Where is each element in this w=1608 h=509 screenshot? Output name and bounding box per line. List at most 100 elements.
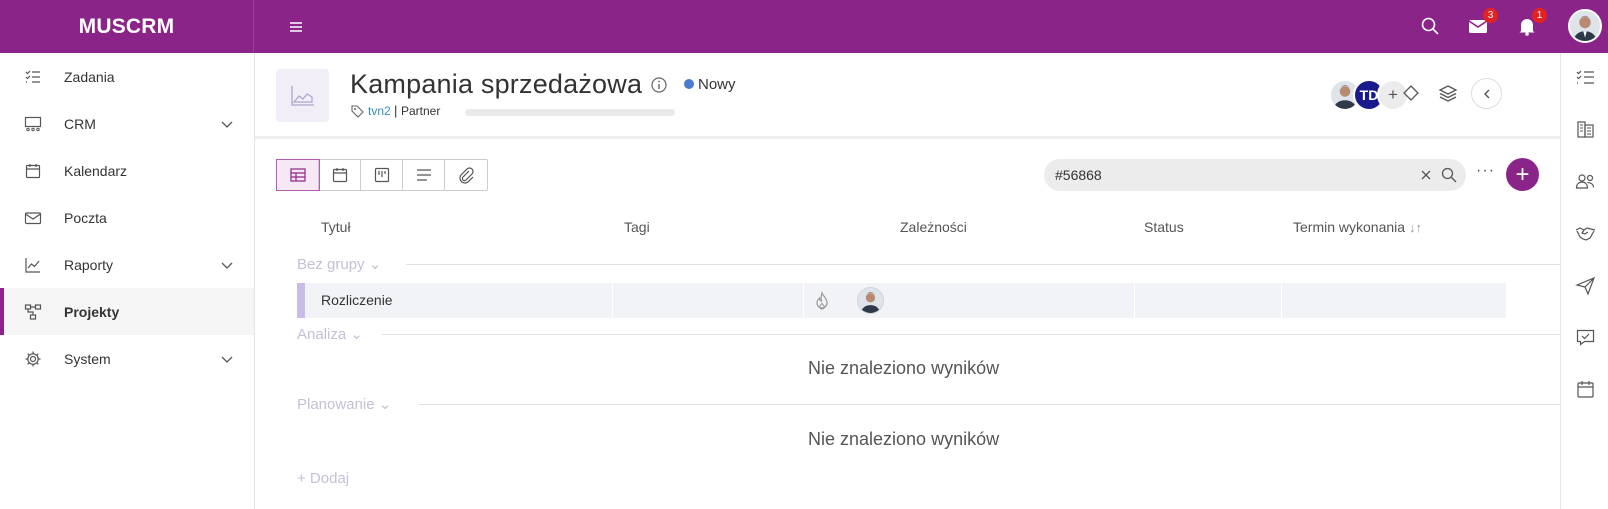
send-icon[interactable] — [1575, 275, 1596, 296]
table-row[interactable]: Rozliczenie — [297, 283, 1506, 318]
calendar-view-icon — [332, 168, 347, 183]
top-bar: MUSCRM 3 1 — [0, 0, 1608, 53]
sidebar-item-system[interactable]: System — [0, 335, 254, 382]
assignee-avatar[interactable] — [857, 287, 884, 314]
empty-state-text: Nie znaleziono wyników — [808, 358, 1000, 378]
table-view-button[interactable] — [276, 159, 320, 191]
sidebar-item-kalendarz[interactable]: Kalendarz — [0, 147, 254, 194]
task-title[interactable]: Rozliczenie — [321, 292, 393, 308]
diamond-icon[interactable] — [1401, 83, 1421, 103]
project-thumbnail — [276, 69, 329, 122]
row-group-accent — [297, 283, 305, 318]
gear-icon — [24, 350, 42, 368]
chevron-down-icon[interactable] — [220, 117, 234, 131]
sidebar: Zadania CRM Kalendarz Poczta Raporty Pro… — [0, 53, 255, 509]
sidebar-item-label: Projekty — [64, 303, 120, 320]
sort-icon[interactable]: ↓↑ — [1409, 220, 1422, 235]
clear-icon[interactable] — [1420, 169, 1432, 181]
group-divider — [418, 404, 1560, 405]
client-label: Partner — [401, 104, 441, 118]
calendar-view-button[interactable] — [319, 160, 361, 190]
attachments-icon — [459, 167, 474, 184]
sidebar-item-label: Poczta — [64, 209, 107, 226]
list-view-button[interactable] — [403, 160, 445, 190]
sidebar-item-raporty[interactable]: Raporty — [0, 241, 254, 288]
chevron-down-icon: ⌄ — [350, 326, 363, 343]
right-rail — [1560, 53, 1608, 509]
cell-divider — [1281, 283, 1282, 318]
sidebar-item-label: Kalendarz — [64, 162, 128, 179]
chevron-down-icon[interactable] — [220, 258, 234, 272]
tasks-icon — [24, 68, 42, 86]
group-label: Bez grupy — [297, 256, 365, 273]
tag-link[interactable]: tvn2 — [368, 104, 391, 118]
search-field — [1044, 159, 1466, 191]
column-header-dependencies[interactable]: Zależności — [900, 219, 967, 235]
group-divider — [406, 264, 1560, 265]
tag-icon — [351, 105, 364, 118]
brand-logo[interactable]: MUSCRM — [0, 0, 254, 53]
column-header-title[interactable]: Tytuł — [321, 219, 351, 235]
column-header-status[interactable]: Status — [1144, 219, 1184, 235]
sidebar-item-label: Zadania — [64, 68, 115, 85]
search-input[interactable] — [1044, 159, 1404, 191]
chevron-down-icon[interactable] — [220, 352, 234, 366]
table-view-icon — [289, 168, 306, 182]
sidebar-item-poczta[interactable]: Poczta — [0, 194, 254, 241]
view-switcher — [276, 159, 488, 191]
collapse-panel-button[interactable] — [1471, 78, 1502, 109]
calendar-icon — [24, 162, 42, 180]
column-header-tags[interactable]: Tagi — [624, 219, 650, 235]
mail-icon — [24, 209, 42, 227]
add-task-button[interactable]: + — [1506, 158, 1539, 191]
cell-divider — [612, 283, 613, 318]
group-label: Analiza — [297, 326, 347, 343]
crm-icon — [24, 115, 42, 133]
group-header-analiza[interactable]: Analiza ⌄ — [297, 325, 363, 343]
tag-separator: | — [394, 103, 398, 118]
group-divider — [382, 334, 1560, 335]
kanban-view-icon — [374, 167, 389, 183]
user-avatar[interactable] — [1568, 9, 1602, 43]
chevron-down-icon: ⌄ — [378, 396, 392, 413]
sidebar-item-crm[interactable]: CRM — [0, 100, 254, 147]
more-options-button[interactable]: ··· — [1476, 162, 1495, 180]
status-badge[interactable]: Nowy — [698, 76, 736, 93]
sidebar-item-zadania[interactable]: Zadania — [0, 53, 254, 100]
mail-count-badge: 3 — [1483, 8, 1498, 23]
mail-notification-icon[interactable]: 3 — [1466, 8, 1498, 38]
layers-icon[interactable] — [1438, 83, 1458, 103]
menu-icon[interactable] — [285, 16, 307, 38]
chart-icon — [24, 256, 42, 274]
chat-check-icon[interactable] — [1575, 327, 1596, 348]
project-progress-bar — [465, 109, 675, 116]
sidebar-item-label: System — [64, 350, 111, 367]
calendar-icon[interactable] — [1575, 379, 1596, 400]
list-view-icon — [416, 169, 431, 181]
project-header: Kampania sprzedażowa Nowy tvn2 | Partner… — [255, 53, 1560, 139]
sidebar-item-label: CRM — [64, 115, 96, 132]
building-icon[interactable] — [1575, 119, 1596, 140]
add-group-link[interactable]: + Dodaj — [297, 470, 349, 487]
attachments-view-button[interactable] — [445, 160, 487, 190]
bell-icon[interactable]: 1 — [1515, 8, 1547, 38]
status-dot — [684, 79, 694, 89]
search-icon[interactable] — [1440, 166, 1458, 184]
info-icon[interactable] — [650, 76, 668, 94]
group-header-bez-grupy[interactable]: Bez grupy ⌄ — [297, 255, 381, 273]
cell-divider — [1134, 283, 1135, 318]
sidebar-item-projekty[interactable]: Projekty — [0, 288, 254, 335]
group-label: Planowanie — [297, 396, 375, 413]
cell-divider — [803, 283, 804, 318]
handshake-icon[interactable] — [1575, 223, 1596, 244]
empty-state-text: Nie znaleziono wyników — [808, 429, 1000, 449]
priority-fire-icon[interactable] — [813, 291, 831, 311]
tasks-icon[interactable] — [1575, 67, 1596, 88]
contacts-icon[interactable] — [1575, 171, 1596, 192]
bell-count-badge: 1 — [1532, 8, 1547, 23]
kanban-view-button[interactable] — [361, 160, 403, 190]
column-header-due-date[interactable]: Termin wykonania ↓↑ — [1293, 219, 1422, 235]
search-icon[interactable] — [1418, 14, 1442, 38]
projects-icon — [24, 303, 42, 321]
group-header-planowanie[interactable]: Planowanie ⌄ — [297, 395, 391, 413]
